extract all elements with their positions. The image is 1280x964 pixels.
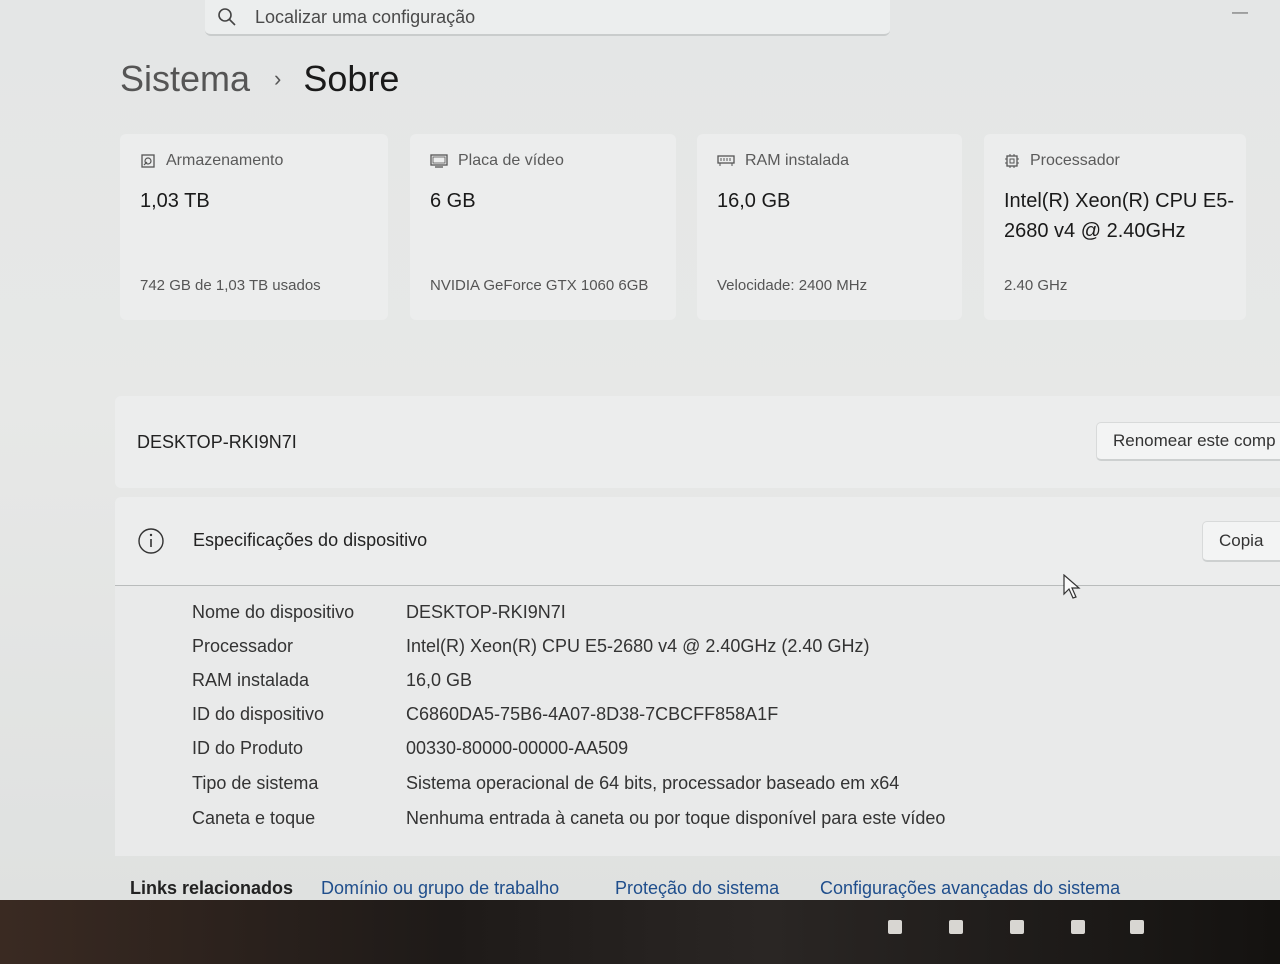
spec-value: Intel(R) Xeon(R) CPU E5-2680 v4 @ 2.40GH…	[406, 636, 870, 656]
link-domain-workgroup[interactable]: Domínio ou grupo de trabalho	[321, 878, 559, 899]
spec-row: RAM instalada 16,0 GB	[115, 670, 1280, 704]
storage-icon	[141, 154, 155, 168]
processor-icon	[1005, 154, 1019, 168]
search-icon	[218, 8, 236, 26]
link-system-protection[interactable]: Proteção do sistema	[615, 878, 779, 899]
rename-button[interactable]: Renomear este comp	[1096, 422, 1280, 461]
card-label: Processador	[1030, 152, 1120, 169]
copy-button[interactable]: Copia	[1202, 521, 1280, 562]
related-links-label: Links relacionados	[130, 878, 294, 898]
card-value: 6 GB	[430, 190, 476, 212]
settings-window: Localizar uma configuração — Sistema › S…	[0, 0, 1280, 900]
monitor-bezel	[0, 900, 1280, 964]
keyboard-key	[1010, 920, 1024, 934]
spec-value: DESKTOP-RKI9N7I	[406, 602, 566, 622]
spec-row: Caneta e toque Nenhuma entrada à caneta …	[115, 808, 1280, 842]
device-name: DESKTOP-RKI9N7I	[137, 432, 297, 452]
card-value: 1,03 TB	[140, 190, 210, 212]
ram-icon	[717, 155, 735, 166]
link-advanced-settings[interactable]: Configurações avançadas do sistema	[820, 878, 1120, 899]
spec-value: Sistema operacional de 64 bits, processa…	[406, 773, 900, 793]
chevron-right-icon: ›	[274, 66, 282, 91]
display-icon	[430, 154, 448, 168]
spec-key: ID do Produto	[192, 738, 304, 758]
card-label: Armazenamento	[166, 152, 284, 169]
spec-key: Nome do dispositivo	[192, 602, 355, 622]
breadcrumb: Sistema › Sobre	[120, 58, 399, 100]
device-specs-list: Nome do dispositivo DESKTOP-RKI9N7I Proc…	[115, 586, 1280, 856]
spec-key: Tipo de sistema	[192, 773, 319, 793]
spec-row: Nome do dispositivo DESKTOP-RKI9N7I	[115, 602, 1280, 636]
spec-row: Processador Intel(R) Xeon(R) CPU E5-2680…	[115, 636, 1280, 670]
card-label: RAM instalada	[745, 152, 850, 169]
window-control-icon[interactable]: —	[1232, 4, 1250, 21]
card-sub: NVIDIA GeForce GTX 1060 6GB	[430, 277, 649, 294]
search-input[interactable]: Localizar uma configuração	[255, 7, 475, 28]
spec-key: Processador	[192, 636, 294, 656]
search-box[interactable]: Localizar uma configuração	[205, 0, 890, 36]
keyboard-key	[949, 920, 963, 934]
card-value: Intel(R) Xeon(R) CPU E5-2680 v4 @ 2.40GH…	[1004, 190, 1235, 242]
spec-key: ID do dispositivo	[192, 704, 325, 724]
related-links: Links relacionados Domínio ou grupo de t…	[130, 878, 1280, 900]
spec-value: 16,0 GB	[406, 670, 473, 690]
spec-value: C6860DA5-75B6-4A07-8D38-7CBCFF858A1F	[406, 704, 779, 724]
card-label: Placa de vídeo	[458, 152, 564, 169]
card-ram[interactable]: RAM instalada 16,0 GB Velocidade: 2400 M…	[697, 134, 962, 320]
device-specs-title: Especificações do dispositivo	[193, 530, 428, 550]
keyboard-key	[888, 920, 902, 934]
info-icon	[138, 528, 164, 554]
spec-key: Caneta e toque	[192, 808, 316, 828]
keyboard-key	[1071, 920, 1085, 934]
device-name-row: DESKTOP-RKI9N7I Renomear este comp	[115, 396, 1280, 488]
card-processor[interactable]: Processador Intel(R) Xeon(R) CPU E5-2680…	[984, 134, 1246, 320]
spec-key: RAM instalada	[192, 670, 310, 690]
spec-row: ID do dispositivo C6860DA5-75B6-4A07-8D3…	[115, 704, 1280, 738]
spec-row: Tipo de sistema Sistema operacional de 6…	[115, 773, 1280, 807]
keyboard-key	[1130, 920, 1144, 934]
card-gpu[interactable]: Placa de vídeo 6 GB NVIDIA GeForce GTX 1…	[410, 134, 676, 320]
spec-value: 00330-80000-00000-AA509	[406, 738, 629, 758]
breadcrumb-parent[interactable]: Sistema	[120, 58, 250, 100]
card-sub: Velocidade: 2400 MHz	[717, 277, 868, 294]
card-value: 16,0 GB	[717, 190, 791, 212]
spec-value: Nenhuma entrada à caneta ou por toque di…	[406, 808, 946, 828]
spec-row: ID do Produto 00330-80000-00000-AA509	[115, 738, 1280, 772]
card-storage[interactable]: Armazenamento 1,03 TB 742 GB de 1,03 TB …	[120, 134, 388, 320]
card-sub: 742 GB de 1,03 TB usados	[140, 277, 321, 294]
page-title: Sobre	[303, 58, 400, 99]
card-sub: 2.40 GHz	[1004, 277, 1068, 294]
device-specs-header[interactable]: Especificações do dispositivo Copia	[115, 497, 1280, 586]
mouse-cursor-icon	[1063, 574, 1081, 599]
